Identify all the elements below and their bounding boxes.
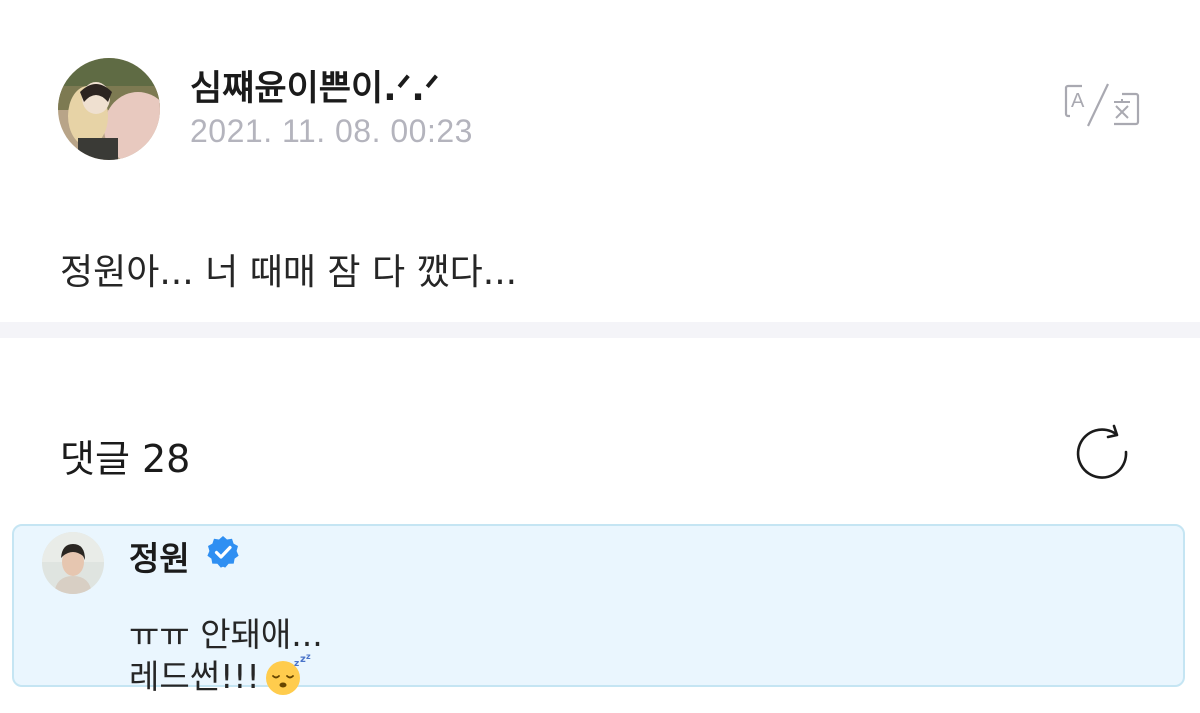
comment-avatar-photo: [42, 532, 104, 594]
author-avatar[interactable]: [58, 58, 160, 160]
sleeping-face-emoji-icon: z z z: [262, 652, 312, 704]
svg-text:z: z: [306, 654, 311, 661]
author-name[interactable]: 심쨰윤이쁜이.ᐟ.ᐟ: [190, 60, 440, 111]
comment-author-avatar[interactable]: [42, 532, 104, 594]
comments-count-title: 댓글 28: [60, 437, 191, 481]
refresh-button[interactable]: [1070, 420, 1134, 484]
comment-text-line-2: 레드썬!!! z z z: [129, 650, 312, 704]
verified-badge-icon: [206, 535, 240, 569]
comment-text-line-2-label: 레드썬!!!: [129, 657, 260, 696]
svg-text:z: z: [294, 659, 299, 669]
highlighted-comment[interactable]: 정원 ㅠㅠ 안돼애... 레드썬!!! z z z: [12, 524, 1185, 696]
author-avatar-photo: [58, 58, 160, 160]
refresh-icon: [1076, 424, 1128, 479]
post-timestamp: 2021. 11. 08. 00:23: [190, 113, 473, 149]
translate-button[interactable]: A: [1064, 80, 1140, 130]
comment-author-name[interactable]: 정원: [129, 532, 190, 580]
translate-icon: A: [1064, 83, 1140, 127]
comment-text-line-1: ㅠㅠ 안돼애...: [129, 615, 323, 654]
post-detail-screen: 심쨰윤이쁜이.ᐟ.ᐟ 2021. 11. 08. 00:23 A 정원아... …: [0, 0, 1200, 713]
section-divider: [0, 322, 1200, 338]
post-body-text: 정원아... 너 때매 잠 다 깼다...: [60, 252, 518, 293]
svg-text:A: A: [1071, 90, 1085, 112]
